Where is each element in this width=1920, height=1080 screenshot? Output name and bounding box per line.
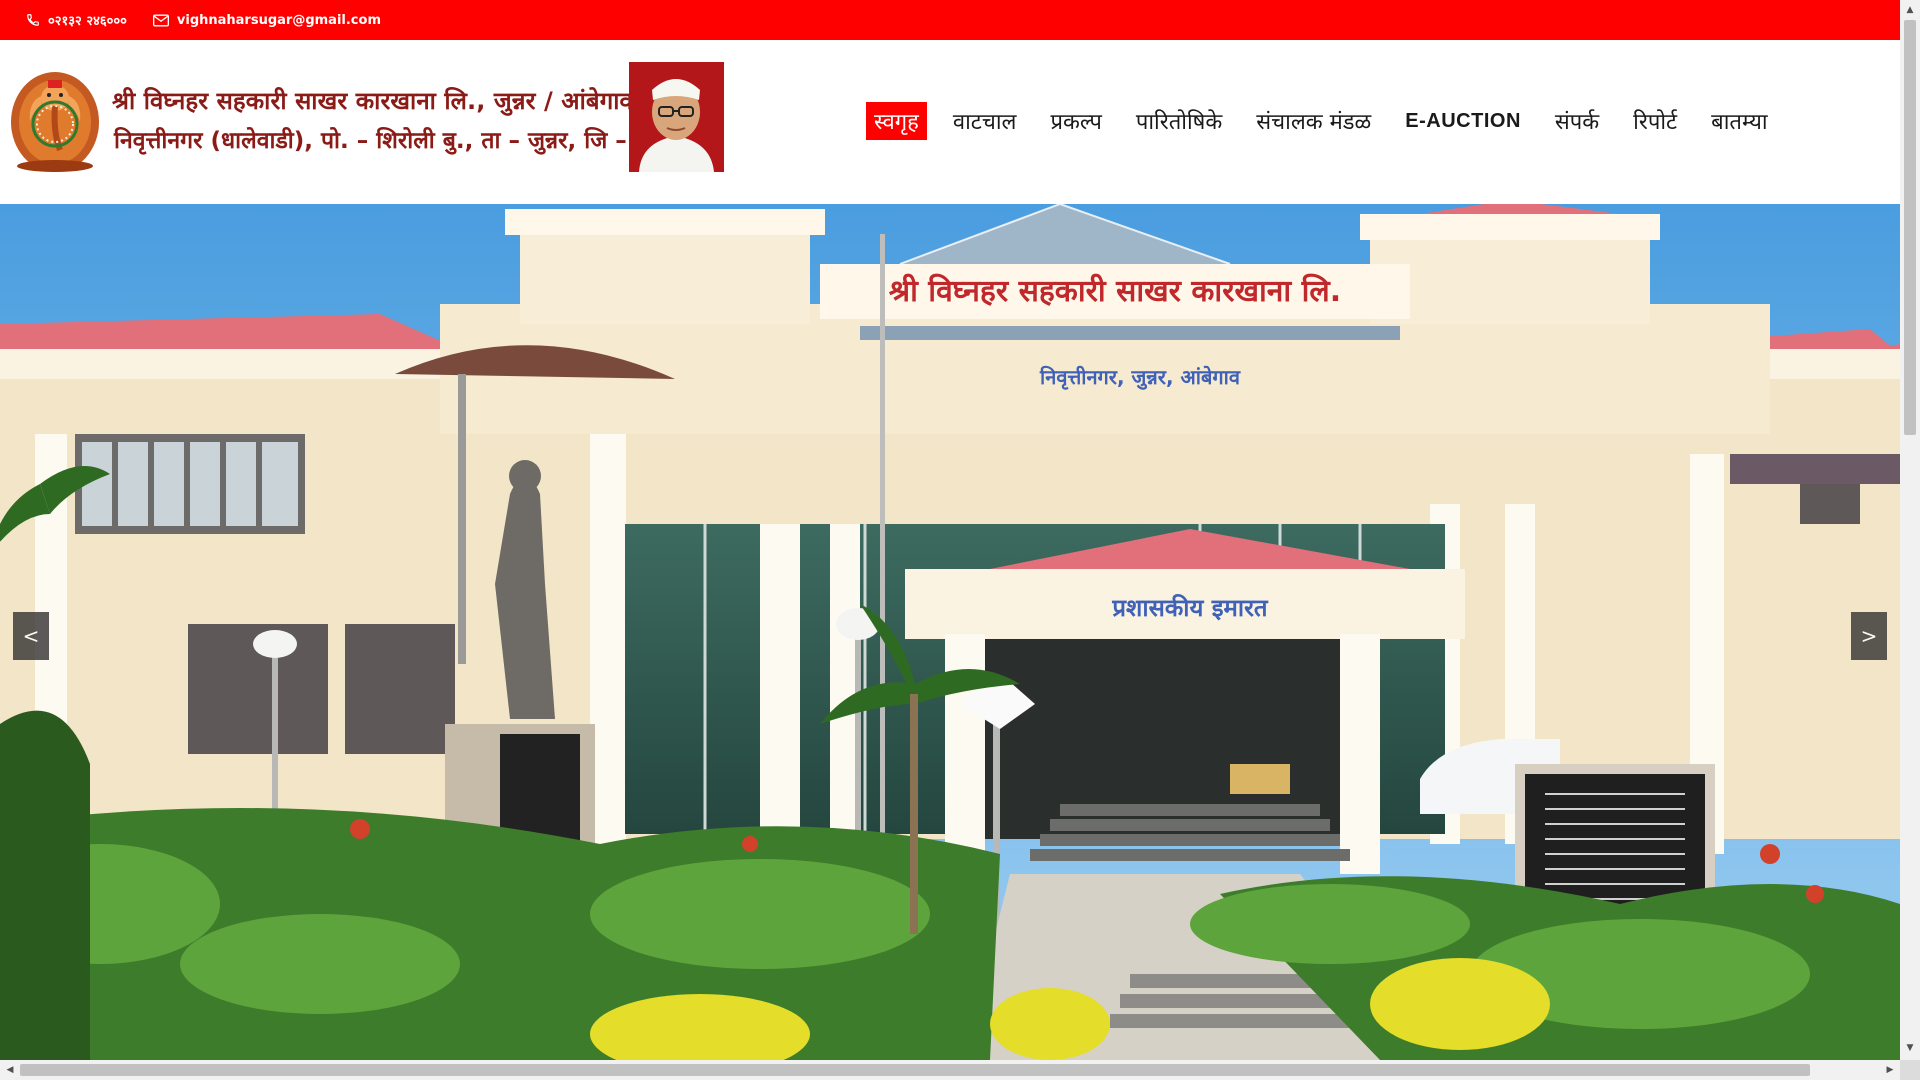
phone-icon xyxy=(26,13,40,27)
scroll-down-arrow-icon[interactable]: ▼ xyxy=(1900,1040,1920,1056)
email-address: vighnaharsugar@gmail.com xyxy=(176,12,381,28)
nav-item-contact[interactable]: संपर्क xyxy=(1547,102,1607,140)
hero-slider: श्री विघ्नहर सहकारी साखर कारखाना लि. निव… xyxy=(0,204,1900,1060)
admin-building-sign: प्रशासकीय इमारत xyxy=(1111,594,1269,622)
phone-number: ०२१३२ २४६००० xyxy=(48,14,127,29)
nav-item-home[interactable]: स्वगृह xyxy=(866,102,927,140)
email-contact[interactable]: vighnaharsugar@gmail.com xyxy=(152,12,381,28)
nav-item-awards[interactable]: पारितोषिके xyxy=(1128,102,1230,140)
horizontal-scrollbar[interactable]: ◀ ▶ xyxy=(0,1060,1900,1080)
vertical-scrollbar[interactable]: ▲ ▼ xyxy=(1900,0,1920,1060)
building-sign: श्री विघ्नहर सहकारी साखर कारखाना लि. xyxy=(889,273,1341,309)
building-subsign: निवृत्तीनगर, जुन्नर, आंबेगाव xyxy=(1039,365,1241,390)
org-title: श्री विघ्नहर सहकारी साखर कारखाना लि., जु… xyxy=(112,87,633,115)
horizontal-scroll-thumb[interactable] xyxy=(20,1064,1810,1076)
slider-prev-button[interactable]: < xyxy=(13,612,49,660)
nav-item-e-auction[interactable]: E-AUCTION xyxy=(1397,106,1529,137)
vertical-scroll-thumb[interactable] xyxy=(1904,20,1916,435)
nav-item-report[interactable]: रिपोर्ट xyxy=(1625,102,1685,140)
site-header: श्री विघ्नहर सहकारी साखर कारखाना लि., जु… xyxy=(0,40,1900,205)
nav-item-journey[interactable]: वाटचाल xyxy=(945,102,1025,140)
nav-item-board-of-directors[interactable]: संचालक मंडळ xyxy=(1248,102,1379,140)
scrollbar-corner xyxy=(1900,1060,1920,1080)
founder-portrait xyxy=(629,62,724,172)
nav-item-projects[interactable]: प्रकल्प xyxy=(1042,102,1109,140)
org-address: निवृत्तीनगर (धालेवाडी), पो. – शिरोली बु.… xyxy=(114,128,665,154)
scroll-left-arrow-icon[interactable]: ◀ xyxy=(2,1060,18,1080)
mail-icon xyxy=(152,14,169,27)
hero-building-image: श्री विघ्नहर सहकारी साखर कारखाना लि. निव… xyxy=(0,204,1900,1060)
scroll-up-arrow-icon[interactable]: ▲ xyxy=(1900,2,1920,18)
main-navigation: स्वगृह वाटचाल प्रकल्प पारितोषिके संचालक … xyxy=(866,102,1794,140)
page-viewport: ०२१३२ २४६००० vighnaharsugar@gmail.com श्… xyxy=(0,0,1900,1060)
top-contact-bar: ०२१३२ २४६००० vighnaharsugar@gmail.com xyxy=(0,0,1900,40)
phone-contact[interactable]: ०२१३२ २४६००० xyxy=(26,11,127,29)
scroll-right-arrow-icon[interactable]: ▶ xyxy=(1882,1060,1898,1080)
slider-next-button[interactable]: > xyxy=(1851,612,1887,660)
nav-item-news[interactable]: बातम्या xyxy=(1703,102,1775,140)
ganesh-logo[interactable] xyxy=(8,62,103,174)
